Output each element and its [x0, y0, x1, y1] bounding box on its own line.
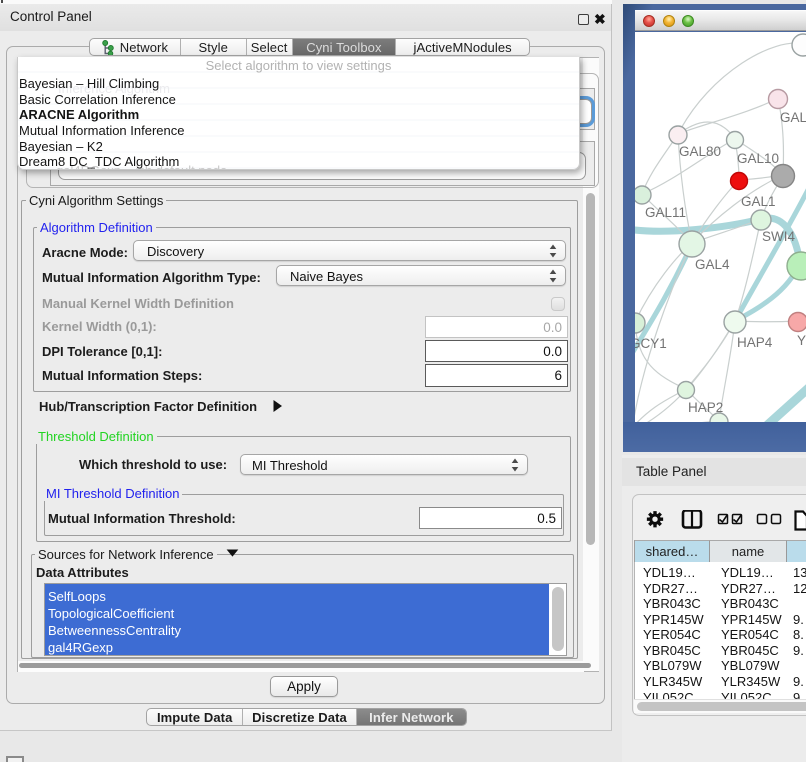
svg-text:HAP4: HAP4: [737, 335, 773, 350]
svg-text:GAL11: GAL11: [645, 205, 686, 220]
svg-text:GAL1: GAL1: [741, 194, 776, 209]
svg-text:SWI4: SWI4: [762, 229, 795, 244]
svg-text:HAP2: HAP2: [688, 400, 723, 415]
svg-text:GAL10: GAL10: [737, 151, 779, 166]
svg-text:GCY1: GCY1: [635, 336, 667, 351]
svg-text:GAL: GAL: [780, 110, 806, 125]
svg-text:GAL80: GAL80: [679, 144, 721, 159]
svg-text:GAL4: GAL4: [695, 257, 730, 272]
svg-text:Y: Y: [797, 333, 806, 348]
